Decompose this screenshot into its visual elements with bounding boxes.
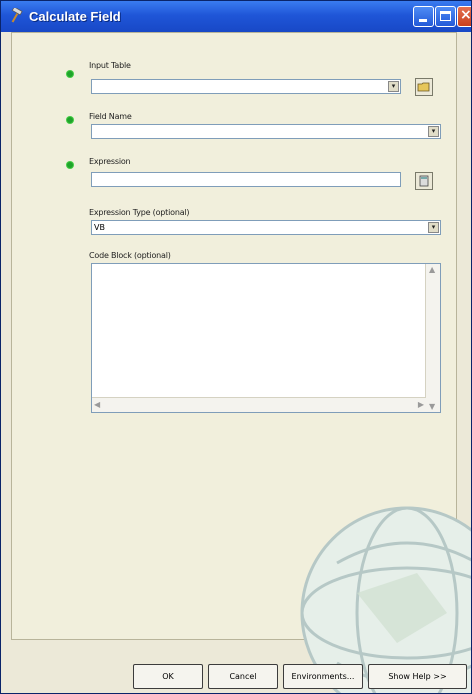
vertical-scrollbar[interactable]: ▲ ▼: [425, 264, 440, 412]
expression-type-label: Expression Type (optional): [89, 208, 190, 217]
minimize-button[interactable]: [413, 6, 434, 27]
hammer-icon: [11, 8, 23, 23]
required-marker-input-table: [67, 71, 73, 77]
close-icon: ×: [460, 7, 472, 23]
minimize-icon: [419, 19, 427, 22]
cancel-button[interactable]: Cancel: [208, 664, 278, 689]
scroll-up-icon[interactable]: ▲: [429, 265, 435, 274]
maximize-icon: [440, 11, 451, 21]
close-button[interactable]: ×: [457, 6, 472, 27]
scroll-right-icon[interactable]: ▶: [418, 400, 424, 409]
chevron-down-icon[interactable]: ▾: [388, 81, 399, 92]
field-name-label: Field Name: [89, 112, 132, 121]
environments-button[interactable]: Environments...: [283, 664, 363, 689]
window-title: Calculate Field: [29, 9, 121, 24]
calculator-icon: [419, 175, 429, 187]
code-block-textarea[interactable]: ▲ ▼ ◀ ▶: [91, 263, 441, 413]
expression-label: Expression: [89, 157, 131, 166]
maximize-button[interactable]: [435, 6, 456, 27]
field-name-field[interactable]: ▾: [91, 124, 441, 139]
expression-field[interactable]: [91, 172, 401, 187]
folder-icon: [417, 82, 430, 92]
code-block-label: Code Block (optional): [89, 251, 171, 260]
title-bar[interactable]: Calculate Field ×: [1, 1, 471, 32]
show-help-button[interactable]: Show Help >>: [368, 664, 467, 689]
expression-builder-button[interactable]: [415, 172, 433, 190]
scroll-down-icon[interactable]: ▼: [429, 402, 435, 411]
expression-type-select[interactable]: VB ▾: [91, 220, 441, 235]
tool-panel: Input Table ▾ Field Name ▾ Expression Ex…: [11, 32, 471, 693]
expression-type-value: VB: [94, 223, 105, 232]
horizontal-scrollbar[interactable]: ◀ ▶: [92, 397, 426, 412]
browse-button[interactable]: [415, 78, 433, 96]
chevron-down-icon[interactable]: ▾: [428, 126, 439, 137]
input-table-label: Input Table: [89, 61, 131, 70]
required-marker-expression: [67, 162, 73, 168]
chevron-down-icon[interactable]: ▾: [428, 222, 439, 233]
ok-button[interactable]: OK: [133, 664, 203, 689]
scroll-left-icon[interactable]: ◀: [94, 400, 100, 409]
input-table-field[interactable]: ▾: [91, 79, 401, 94]
calculate-field-dialog: Calculate Field × Input Table ▾ Field Na…: [0, 0, 472, 694]
required-marker-field-name: [67, 117, 73, 123]
